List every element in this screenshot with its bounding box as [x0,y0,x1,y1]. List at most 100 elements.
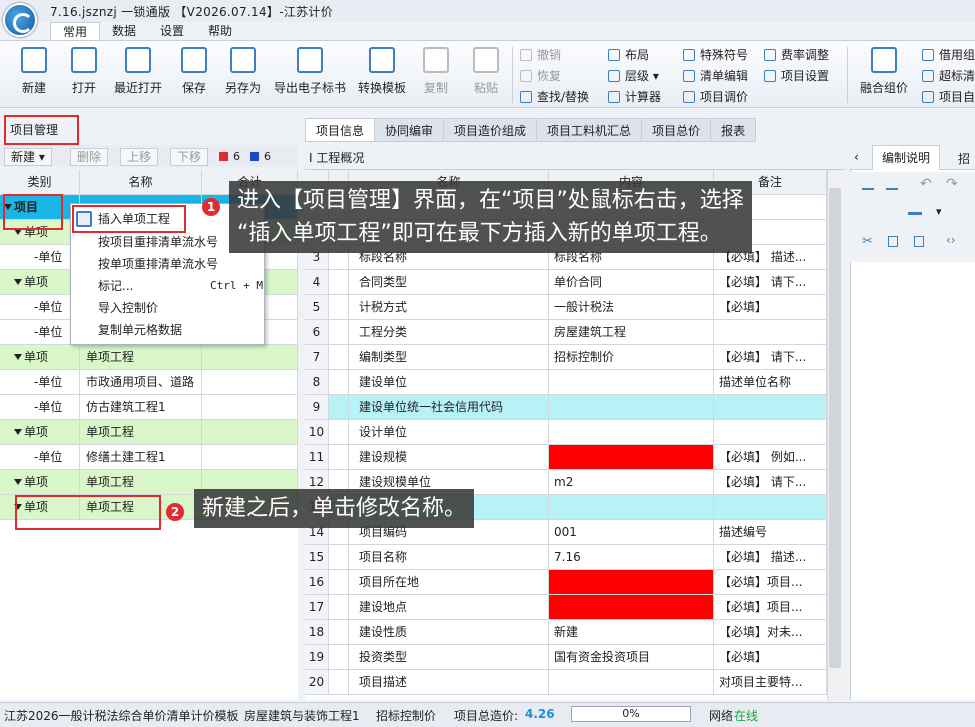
grid-name-cell[interactable]: 计税方式 [349,295,549,320]
grid-name-cell[interactable]: 建设单位统一社会信用代码 [349,395,549,420]
grid-note-cell[interactable] [714,420,827,445]
grid-note-cell[interactable]: 【必填】 请下... [714,470,827,495]
red-flag-icon[interactable] [219,152,228,161]
tree-name-cell[interactable]: 仿古建筑工程1 [80,395,202,420]
grid-note-cell[interactable] [714,495,827,520]
project-self-button[interactable]: 项目自 [922,88,975,106]
grid-note-cell[interactable]: 描述单位名称 [714,370,827,395]
grid-note-cell[interactable]: 【必填】 例如... [714,445,827,470]
borrow-button[interactable]: 借用组 [922,46,975,64]
open-button[interactable]: 打开 [64,45,104,105]
grid-name-cell[interactable]: 建设性质 [349,620,549,645]
grid-note-cell[interactable]: 对项目主要特... [714,670,827,695]
rate-adjust-button[interactable]: 费率调整 [764,46,829,64]
tree-total-cell[interactable] [202,370,298,395]
grid-content-cell[interactable] [549,395,714,420]
left-new-dropdown[interactable]: 新建 ▾ [4,148,52,166]
menu-import-control[interactable]: 导入控制价 [98,298,158,318]
tree-total-cell[interactable] [202,445,298,470]
grid-content-cell[interactable]: m2 [549,470,714,495]
tree-type-cell[interactable]: 单项 [0,470,80,495]
tree-type-cell[interactable]: -单位 [0,245,80,270]
grid-note-cell[interactable] [714,395,827,420]
super-list-button[interactable]: 超标清 [922,67,975,85]
tab-report[interactable]: 报表 [711,118,757,142]
find-replace-button[interactable]: 查找/替换 [520,88,589,106]
special-symbol-button[interactable]: 特殊符号 [683,46,748,64]
cut-icon[interactable]: ✂ [862,234,873,249]
grid-name-cell[interactable]: 项目名称 [349,545,549,570]
grid-content-cell[interactable]: 7.16 [549,545,714,570]
tab-material-summary[interactable]: 项目工料机汇总 [537,118,643,142]
grid-note-cell[interactable]: 【必填】 请下... [714,345,827,370]
level-button[interactable]: 层级 ▾ [608,67,659,85]
grid-name-cell[interactable]: 建设地点 [349,595,549,620]
expand-arrow-icon[interactable] [14,429,22,435]
save-as-button[interactable]: 另存为 [220,45,266,105]
pen-icon[interactable] [908,205,922,215]
import-icon[interactable] [862,178,874,190]
grid-name-cell[interactable]: 设计单位 [349,420,549,445]
tab-cost-composition[interactable]: 项目造价组成 [444,118,538,142]
grid-name-cell[interactable]: 工程分类 [349,320,549,345]
tab-bid[interactable]: 招 [958,150,970,167]
recent-button[interactable]: 最近打开 [110,45,166,105]
blue-flag-icon[interactable] [250,152,259,161]
tree-name-cell[interactable]: 市政通用项目、道路 [80,370,202,395]
left-down-button[interactable]: 下移 [170,148,209,166]
grid-name-cell[interactable]: 项目描述 [349,670,549,695]
tab-total-price[interactable]: 项目总价 [642,118,712,142]
app-logo-icon[interactable] [3,3,37,37]
undo-icon[interactable]: ↶ [920,176,932,192]
grid-content-cell[interactable]: 001 [549,520,714,545]
tab-project-info[interactable]: 项目信息 [305,118,376,142]
redo-icon[interactable]: ↷ [946,176,958,192]
scrollbar-thumb[interactable] [829,188,841,668]
left-up-button[interactable]: 上移 [120,148,159,166]
project-adjust-button[interactable]: 项目调价 [683,88,748,106]
tab-collab[interactable]: 协同编审 [375,118,445,142]
tree-type-cell[interactable]: -单位 [0,445,80,470]
grid-content-cell[interactable]: 房屋建筑工程 [549,320,714,345]
save-button[interactable]: 保存 [174,45,214,105]
expand-arrow-icon[interactable] [14,279,22,285]
grid-content-cell[interactable]: 新建 [549,620,714,645]
grid-note-cell[interactable]: 【必填】项目... [714,595,827,620]
tree-total-cell[interactable] [202,395,298,420]
left-col-header[interactable]: 名称 [80,170,202,195]
tree-type-cell[interactable]: -单位 [0,395,80,420]
grid-note-cell[interactable]: 【必填】项目... [714,570,827,595]
grid-name-cell[interactable]: 投资类型 [349,645,549,670]
grid-name-cell[interactable]: 项目所在地 [349,570,549,595]
grid-content-cell[interactable]: 一般计税法 [549,295,714,320]
grid-content-cell[interactable]: 国有资金投资项目 [549,645,714,670]
grid-content-cell[interactable] [549,670,714,695]
tree-total-cell[interactable] [202,420,298,445]
tree-type-cell[interactable]: -单位 [0,295,80,320]
left-delete-button[interactable]: 删除 [70,148,109,166]
new-button[interactable]: 新建 [14,45,54,105]
expand-arrow-icon[interactable] [14,479,22,485]
grid-content-cell[interactable] [549,495,714,520]
export-bid-button[interactable]: 导出电子标书 [272,45,348,105]
grid-note-cell[interactable]: 【必填】 [714,295,827,320]
grid-content-cell[interactable]: 单价合同 [549,270,714,295]
tree-name-cell[interactable]: 单项工程 [80,345,202,370]
convert-template-button[interactable]: 转换模板 [354,45,410,105]
export-icon[interactable] [886,178,898,190]
tree-type-cell[interactable]: 单项 [0,345,80,370]
tree-type-cell[interactable]: -单位 [0,320,80,345]
undo-button[interactable]: 撤销 [520,46,561,64]
project-settings-button[interactable]: 项目设置 [764,67,829,85]
grid-content-cell[interactable] [549,570,714,595]
tree-type-cell[interactable]: -单位 [0,370,80,395]
tab-settings[interactable]: 设置 [148,22,196,40]
tree-type-cell[interactable]: 单项 [0,420,80,445]
grid-note-cell[interactable]: 【必填】 [714,645,827,670]
grid-note-cell[interactable]: 【必填】 描述... [714,545,827,570]
grid-content-cell[interactable]: 招标控制价 [549,345,714,370]
grid-content-cell[interactable] [549,420,714,445]
menu-mark[interactable]: 标记... [98,276,133,296]
chevron-left-icon[interactable]: ‹ [854,150,859,164]
grid-note-cell[interactable] [714,320,827,345]
